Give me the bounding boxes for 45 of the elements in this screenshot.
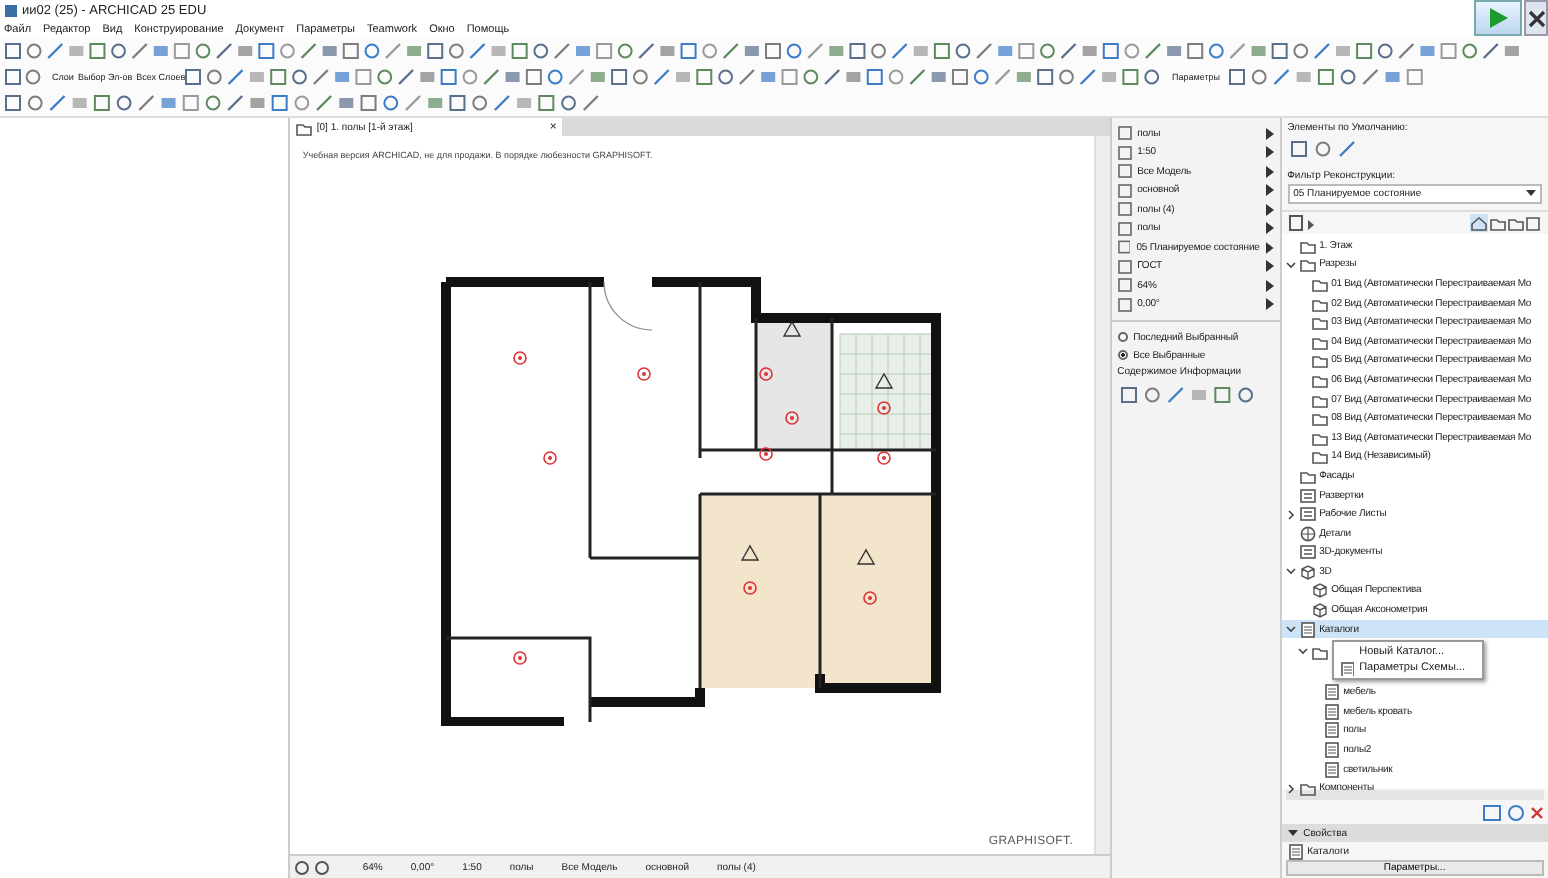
close-button[interactable] — [1524, 0, 1548, 36]
toolbar-icons-drawing[interactable] — [4, 39, 1524, 63]
sheet-icon — [1299, 506, 1316, 523]
expand-chevron-icon[interactable] — [1285, 509, 1296, 520]
app-icon — [4, 3, 18, 17]
play-icon — [1486, 6, 1510, 30]
radio-button[interactable] — [1117, 332, 1128, 342]
radio-button[interactable] — [1117, 350, 1128, 360]
toolbar-icons-drawing[interactable] — [4, 65, 44, 89]
cube-icon — [1311, 602, 1328, 619]
sheet-icon — [1299, 544, 1316, 561]
folder-icon — [1311, 643, 1328, 660]
collapse-chevron-icon[interactable] — [1285, 624, 1296, 635]
caret-icon — [1526, 190, 1537, 198]
zoom-icon[interactable] — [294, 859, 335, 875]
collapse-chevron-icon[interactable] — [1285, 566, 1296, 577]
caret-icon — [1287, 829, 1298, 837]
delete-icon[interactable] — [1530, 806, 1545, 820]
list-icon — [1323, 761, 1340, 778]
list-icon — [1323, 684, 1340, 701]
list-icon — [1287, 843, 1304, 859]
cube-icon — [1299, 563, 1316, 580]
list-icon — [1299, 621, 1316, 638]
map-view-icons-drawing[interactable] — [1470, 214, 1543, 232]
project-map-icon[interactable] — [1287, 214, 1316, 232]
scrollbar[interactable] — [1093, 136, 1110, 854]
cube-icon — [1311, 582, 1328, 599]
globe-icon — [1299, 525, 1316, 542]
toolbar-icons-drawing[interactable] — [4, 92, 604, 114]
collapse-chevron-icon[interactable] — [1297, 646, 1308, 657]
sheet-icon — [1299, 487, 1316, 504]
list-icon — [1323, 703, 1340, 720]
scrollbar[interactable] — [1285, 790, 1545, 800]
list-icon — [1339, 661, 1354, 675]
panel-buttons-drawing[interactable] — [1482, 804, 1527, 822]
collapse-chevron-icon[interactable] — [1285, 259, 1296, 270]
folder-icon — [296, 119, 313, 135]
list-icon — [1323, 742, 1340, 759]
toolbar-icons-drawing[interactable] — [184, 65, 1164, 89]
list-icon — [1323, 722, 1340, 739]
tree-item[interactable] — [1293, 642, 1328, 661]
folder-icon — [1299, 780, 1316, 797]
close-icon — [1527, 9, 1545, 27]
expand-chevron-icon[interactable] — [1285, 783, 1296, 794]
toolbar-icons-drawing[interactable] — [1228, 65, 1428, 89]
